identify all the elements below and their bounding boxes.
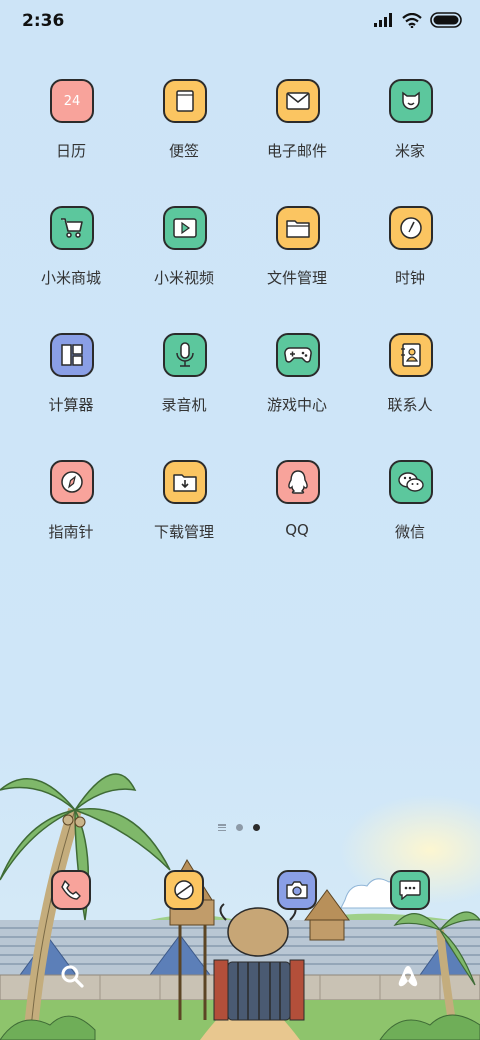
app-label: 米家 [394,142,425,160]
clock-icon [389,206,433,250]
mail-icon [276,79,320,123]
notes-icon [163,79,207,123]
page-indicator-feed[interactable] [218,824,226,831]
app-notes[interactable]: 便签 [128,76,240,176]
app-mijia[interactable]: 米家 [354,76,466,176]
gamepad-icon [276,333,320,377]
app-label: 游戏中心 [266,396,327,414]
camera-icon[interactable] [277,870,317,910]
app-label: 录音机 [161,396,207,414]
status-time: 2:36 [22,11,65,31]
compass-icon [50,460,94,504]
app-label: 指南针 [48,523,94,541]
wechat-icon [389,460,433,504]
page-indicator[interactable] [218,824,260,831]
microphone-icon [163,333,207,377]
app-label: 小米视频 [153,269,214,287]
contacts-icon [389,333,433,377]
calendar-icon: 24 [50,79,94,123]
app-download-manager[interactable]: 下载管理 [128,457,240,557]
app-wechat[interactable]: 微信 [354,457,466,557]
app-label: 电子邮件 [266,142,327,160]
calendar-date: 24 [63,93,81,109]
app-label: 文件管理 [266,269,327,287]
app-label: 便签 [168,142,199,160]
app-clock[interactable]: 时钟 [354,203,466,303]
app-email[interactable]: 电子邮件 [241,76,353,176]
app-label: QQ [285,521,309,539]
shopping-cart-icon [50,206,94,250]
app-calendar[interactable]: 24 日历 [15,76,127,176]
calculator-icon [50,333,94,377]
qq-icon [276,460,320,504]
app-mi-store[interactable]: 小米商城 [15,203,127,303]
app-game-center[interactable]: 游戏中心 [241,330,353,430]
folder-icon [276,206,320,250]
app-qq[interactable]: QQ [241,457,353,557]
app-label: 时钟 [394,269,425,287]
app-label: 微信 [394,523,425,541]
app-mi-video[interactable]: 小米视频 [128,203,240,303]
video-play-icon [163,206,207,250]
messages-icon[interactable] [390,870,430,910]
wifi-icon [402,12,422,28]
app-label: 下载管理 [153,523,214,541]
app-label: 小米商城 [40,269,101,287]
home-screen: 2:36 24 日历 便签 电子邮件 米家 小米商城 小米视频 文件管理 时钟 … [0,0,480,1040]
app-label: 日历 [55,142,86,160]
phone-icon[interactable] [51,870,91,910]
page-indicator-dot[interactable] [236,824,243,831]
app-label: 计算器 [48,396,94,414]
app-label: 联系人 [387,396,433,414]
download-folder-icon [163,460,207,504]
battery-icon [430,12,462,28]
app-contacts[interactable]: 联系人 [354,330,466,430]
app-calculator[interactable]: 计算器 [15,330,127,430]
mijia-icon [389,79,433,123]
app-file-manager[interactable]: 文件管理 [241,203,353,303]
app-recorder[interactable]: 录音机 [128,330,240,430]
page-indicator-dot-active[interactable] [253,824,260,831]
signal-icon [374,13,392,27]
status-bar: 2:36 [0,0,480,42]
app-compass[interactable]: 指南针 [15,457,127,557]
airbnb-icon[interactable] [394,962,422,990]
browser-icon[interactable] [164,870,204,910]
search-icon[interactable] [58,962,86,990]
